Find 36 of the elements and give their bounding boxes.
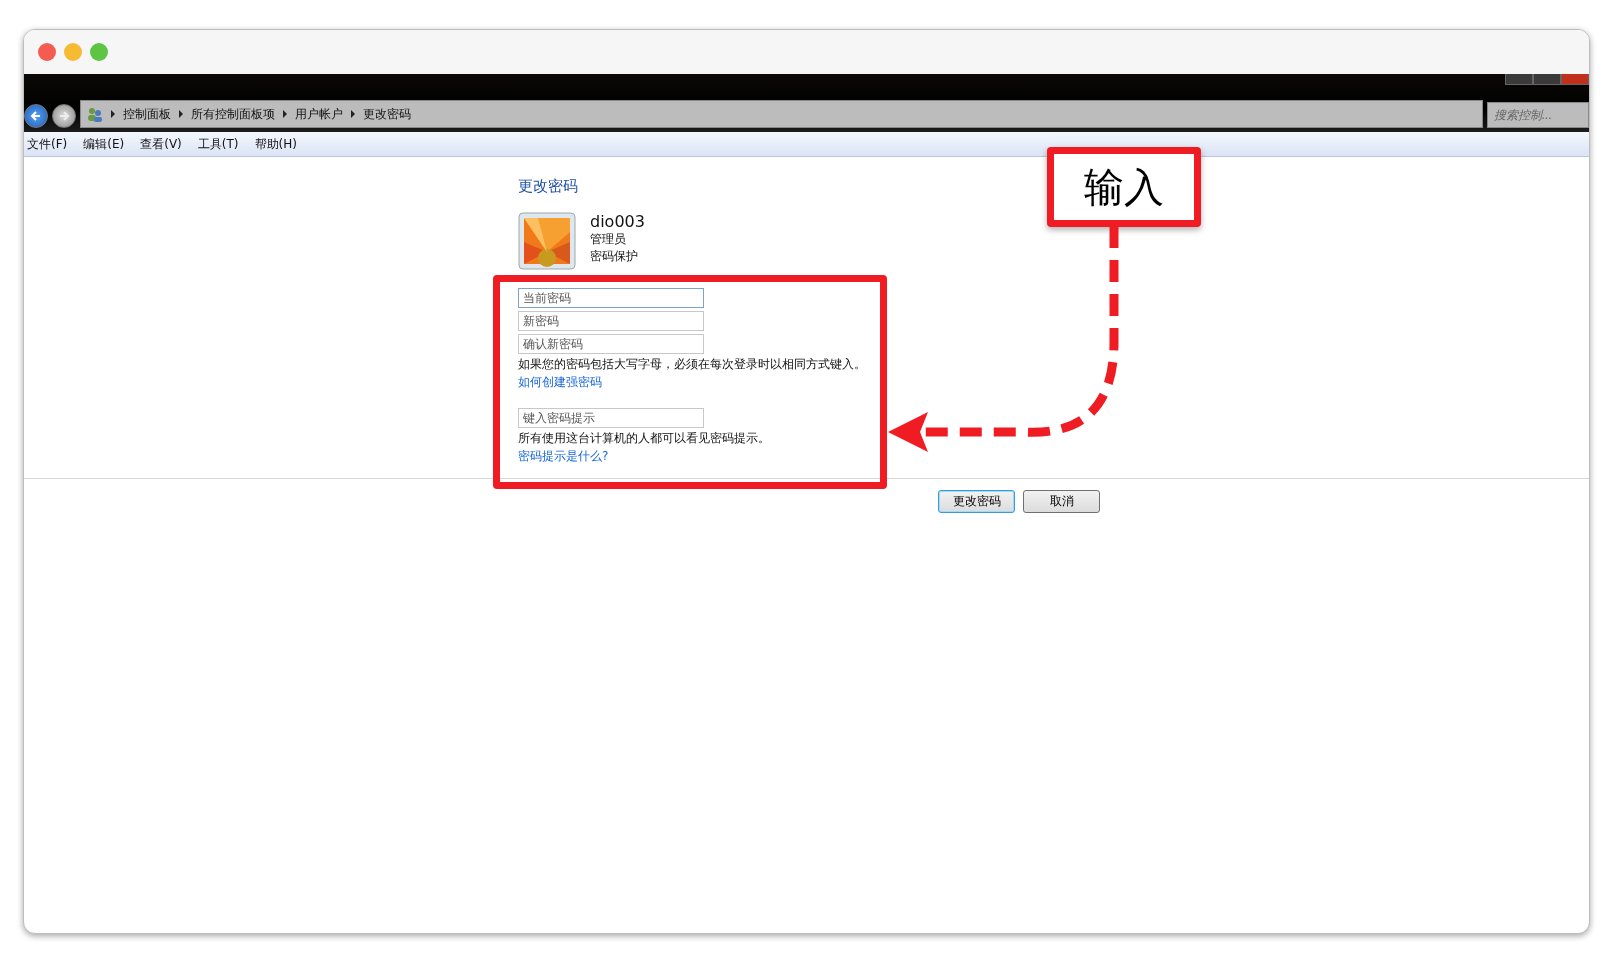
breadcrumb-item[interactable]: 控制面板 — [123, 105, 171, 123]
password-field[interactable]: 新密码 — [518, 311, 704, 331]
menu-item[interactable]: 文件(F) — [27, 135, 68, 153]
forward-arrow-icon — [58, 110, 70, 122]
user-status: 密码保护 — [590, 248, 639, 265]
breadcrumb-item[interactable]: 用户帐户 — [295, 105, 343, 123]
hint-field[interactable]: 键入密码提示 — [518, 408, 704, 428]
dialog-button[interactable]: 更改密码 — [938, 490, 1015, 513]
password-field[interactable]: 当前密码 — [518, 288, 704, 308]
minimize-icon[interactable] — [1505, 74, 1533, 85]
forward-button[interactable] — [52, 104, 76, 128]
page-title: 更改密码 — [518, 177, 579, 196]
case-note: 如果您的密码包括大写字母，必须在每次登录时以相同方式键入。 — [518, 357, 866, 372]
help-link[interactable]: 密码提示是什么? — [518, 449, 609, 464]
user-name: dio003 — [590, 212, 645, 231]
back-arrow-icon — [30, 110, 42, 122]
menu-item[interactable]: 查看(V) — [140, 135, 182, 153]
breadcrumb-item[interactable]: 所有控制面板项 — [191, 105, 275, 123]
breadcrumb-item[interactable]: 更改密码 — [363, 105, 411, 123]
user-role: 管理员 — [590, 231, 627, 248]
minimize-icon[interactable] — [64, 43, 82, 61]
dialog-button[interactable]: 取消 — [1023, 490, 1100, 513]
menu-item[interactable]: 工具(T) — [197, 135, 239, 153]
hint-note: 所有使用这台计算机的人都可以看见密码提示。 — [518, 431, 770, 446]
users-icon — [87, 106, 103, 122]
password-field[interactable]: 确认新密码 — [518, 334, 704, 354]
close-icon[interactable] — [38, 43, 56, 61]
menu-item[interactable]: 编辑(E) — [83, 135, 125, 153]
zoom-icon[interactable] — [90, 43, 108, 61]
back-button[interactable] — [24, 104, 48, 128]
help-link[interactable]: 如何创建强密码 — [518, 375, 602, 390]
menu-item[interactable]: 帮助(H) — [254, 135, 297, 153]
annotation-label: 输入 — [1047, 147, 1201, 227]
address-bar[interactable]: 控制面板 所有控制面板项 用户帐户 更改密码 — [80, 100, 1483, 128]
maximize-icon[interactable] — [1533, 74, 1561, 85]
search-field[interactable]: 搜索控制... — [1487, 102, 1589, 128]
